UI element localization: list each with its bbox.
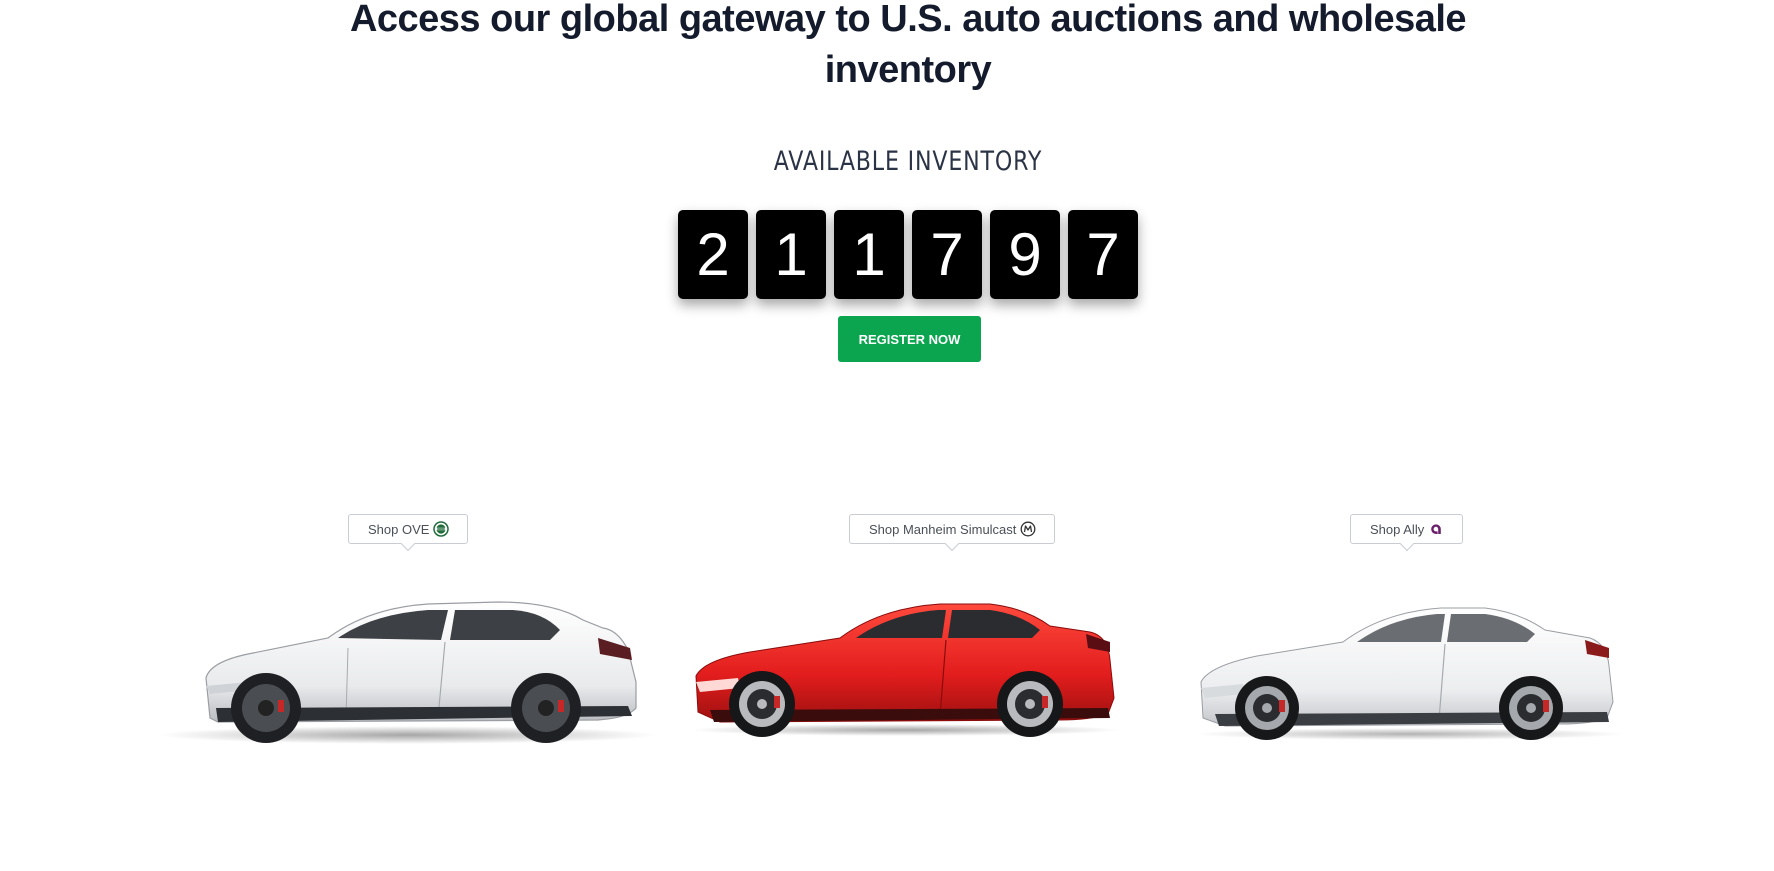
counter-digit: 1	[834, 210, 904, 299]
shop-manheim-column: Shop Manheim Simulcast	[849, 514, 1056, 544]
shop-ove-label: Shop OVE	[368, 521, 430, 537]
shop-ove-link[interactable]: Shop OVE	[348, 514, 469, 544]
register-now-button[interactable]: REGISTER NOW	[838, 316, 981, 362]
headline-line-1: Access our global gateway to U.S. auto a…	[349, 0, 1467, 40]
shop-manheim-label: Shop Manheim Simulcast	[869, 521, 1017, 537]
counter-digit: 7	[912, 210, 982, 299]
ove-logo-icon	[433, 521, 450, 537]
page-headline: Access our global gateway to U.S. auto a…	[0, 0, 1774, 96]
inventory-counter: 2 1 1 7 9 7	[678, 210, 1138, 299]
rear-wheel	[1499, 676, 1563, 740]
rear-wheel	[511, 673, 581, 743]
red-coupe-car	[690, 603, 1120, 737]
ally-logo-icon	[1431, 524, 1442, 534]
shop-ally-link[interactable]: Shop Ally	[1350, 514, 1464, 544]
shop-manheim-link[interactable]: Shop Manheim Simulcast	[849, 514, 1056, 544]
shop-ally-label: Shop Ally	[1370, 521, 1425, 537]
front-wheel	[231, 673, 301, 743]
white-coupe-car	[1195, 607, 1625, 740]
inventory-label: AVAILABLE INVENTORY	[773, 146, 1043, 177]
shop-ove-column: Shop OVE	[348, 514, 469, 544]
page: Access our global gateway to U.S. auto a…	[0, 0, 1774, 871]
manheim-logo-icon	[1020, 521, 1036, 537]
front-wheel	[729, 671, 795, 737]
counter-digit: 9	[990, 210, 1060, 299]
front-wheel	[1235, 676, 1299, 740]
shop-ally-column: Shop Ally	[1350, 514, 1464, 544]
white-suv-car	[158, 601, 658, 744]
counter-digit: 7	[1068, 210, 1138, 299]
headline-line-2: inventory	[824, 49, 992, 91]
rear-wheel	[997, 671, 1063, 737]
counter-digit: 2	[678, 210, 748, 299]
counter-digit: 1	[756, 210, 826, 299]
